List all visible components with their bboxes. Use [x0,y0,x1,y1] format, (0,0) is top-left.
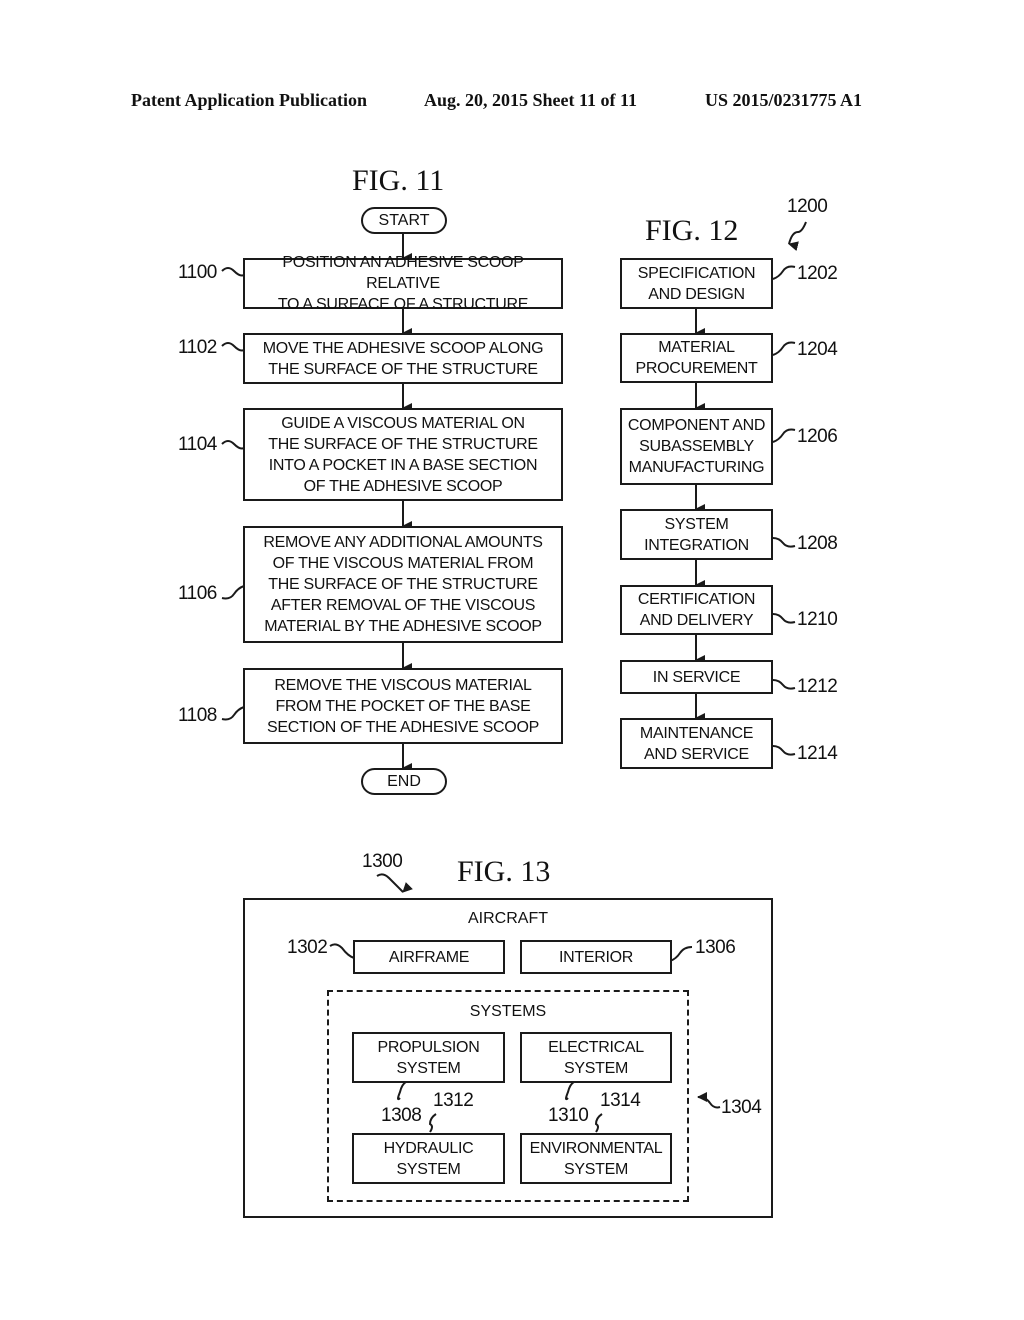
fig11-ref-1106: 1106 [178,583,217,604]
fig12-step-1212: IN SERVICE [620,660,773,694]
fig12-step-1210: CERTIFICATION AND DELIVERY [620,585,773,635]
fig12-step-1204: MATERIAL PROCUREMENT [620,333,773,383]
fig12-ref-1204: 1204 [797,339,838,360]
leader-1104 [221,440,245,450]
systems-label: SYSTEMS [469,1003,547,1020]
fig11-ref-1102: 1102 [178,337,217,358]
leader-1204 [772,341,796,356]
fig12-ref-1210: 1210 [797,609,838,630]
fig12-step-1214: MAINTENANCE AND SERVICE [620,718,773,769]
airframe-box: AIRFRAME [353,940,505,974]
fig11-start-terminal: START [361,207,447,234]
fig11-step-1100: POSITION AN ADHESIVE SCOOP RELATIVE TO A… [243,254,563,313]
fig11-ref-1100: 1100 [178,262,217,283]
patent-number: US 2015/0231775 A1 [705,90,863,110]
fig11-ref-1108: 1108 [178,705,217,726]
fig12-step-1208: SYSTEM INTEGRATION [620,509,773,560]
ref-1314: 1314 [600,1090,641,1111]
fig12-ref-1200: 1200 [787,196,828,217]
leader-1210 [772,613,796,624]
date-sheet: Aug. 20, 2015 Sheet 11 of 11 [424,90,638,110]
fig11-step-1102: MOVE THE ADHESIVE SCOOP ALONG THE SURFAC… [243,333,563,384]
fig12-step-1206: COMPONENT AND SUBASSEMBLY MANUFACTURING [620,408,773,485]
leader-1100 [221,267,245,277]
fig12-ref-1208: 1208 [797,533,838,554]
leader-1202 [772,265,796,280]
environmental-system-box: ENVIRONMENTAL SYSTEM [520,1133,672,1184]
publication-type: Patent Application Publication [131,90,368,110]
leader-1106 [221,585,245,600]
leader-1108 [221,706,245,721]
ref-1306: 1306 [695,937,736,958]
propulsion-system-box: PROPULSION SYSTEM [352,1032,505,1083]
leader-1214 [772,745,796,756]
leader-1200 [788,221,807,252]
fig13-title: FIG. 13 [457,855,551,888]
leader-1102 [221,342,245,352]
fig11-step-1104: GUIDE A VISCOUS MATERIAL ON THE SURFACE … [243,408,563,501]
fig12-ref-1214: 1214 [797,743,838,764]
fig12-title: FIG. 12 [645,214,739,247]
fig12-ref-1202: 1202 [797,263,838,284]
leader-1212 [772,679,796,690]
leader-1208 [772,537,796,548]
fig11-title: FIG. 11 [352,164,445,197]
fig11-step-1106: REMOVE ANY ADDITIONAL AMOUNTS OF THE VIS… [243,526,563,643]
fig11-ref-1104: 1104 [178,434,217,455]
aircraft-label: AIRCRAFT [468,910,548,927]
hydraulic-system-box: HYDRAULIC SYSTEM [352,1133,505,1184]
interior-box: INTERIOR [520,940,672,974]
fig12-ref-1212: 1212 [797,676,838,697]
fig13-ref-1300: 1300 [362,851,403,872]
ref-1310: 1310 [548,1105,589,1126]
leader-1206 [772,428,796,443]
ref-1304: 1304 [721,1097,762,1118]
ref-1312: 1312 [433,1090,474,1111]
fig12-ref-1206: 1206 [797,426,838,447]
electrical-system-box: ELECTRICAL SYSTEM [520,1032,672,1083]
ref-1308: 1308 [381,1105,422,1126]
ref-1302: 1302 [287,937,328,958]
leader-1300 [376,873,413,893]
fig12-step-1202: SPECIFICATION AND DESIGN [620,258,773,309]
fig11-end-terminal: END [361,768,447,795]
fig11-step-1108: REMOVE THE VISCOUS MATERIAL FROM THE POC… [243,668,563,744]
